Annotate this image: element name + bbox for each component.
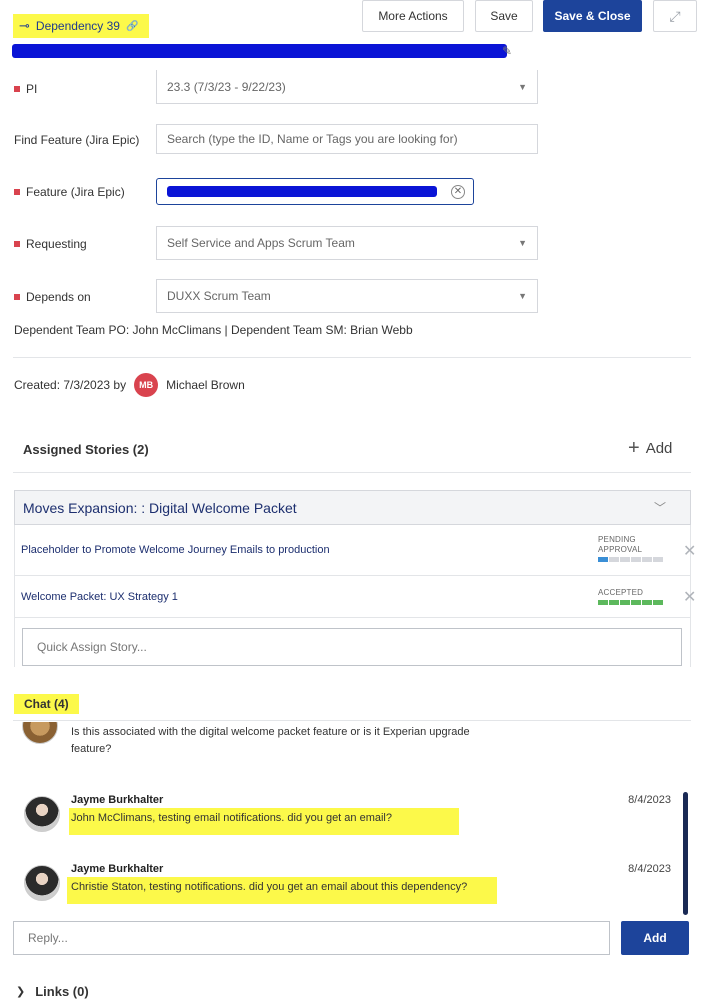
add-story-button[interactable]: + Add	[628, 437, 672, 460]
required-marker	[14, 241, 20, 247]
required-marker	[14, 189, 20, 195]
depends-on-label: Depends on	[14, 289, 91, 305]
chevron-right-icon: ❯	[16, 986, 26, 998]
chat-message-partial: Is this associated with the digital welc…	[22, 722, 682, 762]
feature-label: Feature (Jira Epic)	[14, 184, 125, 200]
epic-title: Moves Expansion: : Digital Welcome Packe…	[23, 499, 297, 516]
story-row[interactable]: Placeholder to Promote Welcome Journey E…	[14, 525, 696, 576]
section-divider	[13, 720, 691, 721]
remove-story-icon[interactable]: ✕	[683, 541, 696, 561]
quick-assign-placeholder: Quick Assign Story...	[37, 640, 147, 654]
links-heading: Links (0)	[35, 984, 89, 999]
save-close-button[interactable]: Save & Close	[543, 0, 642, 32]
depends-on-select[interactable]: DUXX Scrum Team ▼	[156, 279, 538, 313]
add-reply-button[interactable]: Add	[621, 921, 689, 955]
requesting-label: Requesting	[14, 236, 87, 252]
story-title[interactable]: Placeholder to Promote Welcome Journey E…	[21, 544, 330, 556]
pi-label: PI	[14, 81, 37, 97]
created-info: Created: 7/3/2023 by MB Michael Brown	[14, 373, 245, 397]
pi-select[interactable]: 23.3 (7/3/23 - 9/22/23) ▼	[156, 70, 538, 104]
status-badge: PENDING APPROVAL	[598, 535, 663, 562]
story-progress-bar	[598, 600, 663, 605]
clear-feature-icon[interactable]: ✕	[451, 184, 465, 199]
story-title[interactable]: Welcome Packet: UX Strategy 1	[21, 591, 178, 603]
link-icon[interactable]: 🔗	[126, 21, 138, 32]
story-progress-bar	[598, 557, 663, 562]
chat-scrollbar[interactable]	[683, 792, 688, 915]
dropdown-caret-icon: ▼	[518, 81, 527, 92]
chat-heading: Chat (4)	[14, 694, 79, 714]
dropdown-caret-icon: ▼	[518, 238, 527, 248]
section-divider	[13, 357, 691, 358]
requesting-select[interactable]: Self Service and Apps Scrum Team ▼	[156, 226, 538, 260]
redaction-block	[167, 186, 437, 197]
avatar	[24, 865, 60, 901]
depends-on-value: DUXX Scrum Team	[167, 289, 271, 303]
dependent-team-info: Dependent Team PO: John McClimans | Depe…	[14, 323, 413, 337]
links-section-toggle[interactable]: ❯ Links (0)	[16, 984, 89, 999]
required-marker	[14, 86, 20, 92]
section-divider	[13, 472, 691, 473]
message-text: Christie Staton, testing notifications. …	[67, 877, 497, 904]
expand-icon[interactable]: ⤢	[653, 0, 697, 32]
message-text: Is this associated with the digital welc…	[71, 726, 470, 755]
quick-assign-input[interactable]: Quick Assign Story...	[22, 628, 682, 666]
created-text: Created: 7/3/2023 by	[14, 378, 127, 392]
remove-story-icon[interactable]: ✕	[683, 587, 696, 607]
avatar	[24, 796, 60, 832]
story-row[interactable]: Welcome Packet: UX Strategy 1 ACCEPTED ✕	[14, 576, 696, 618]
connector-icon: ⊸	[19, 18, 30, 33]
find-feature-search-input[interactable]: Search (type the ID, Name or Tags you ar…	[156, 124, 538, 154]
find-feature-label: Find Feature (Jira Epic)	[14, 133, 140, 147]
dependency-tag: ⊸ Dependency 39 🔗	[13, 14, 149, 38]
epic-group-header[interactable]: Moves Expansion: : Digital Welcome Packe…	[14, 490, 691, 525]
redaction-block	[152, 50, 362, 58]
save-button[interactable]: Save	[475, 0, 533, 32]
avatar	[22, 722, 58, 744]
message-author[interactable]: Jayme Burkhalter	[71, 863, 163, 875]
avatar: MB	[134, 373, 159, 397]
reply-placeholder: Reply...	[28, 931, 68, 945]
more-actions-button[interactable]: More Actions	[362, 0, 464, 32]
pi-value: 23.3 (7/3/23 - 9/22/23)	[167, 79, 286, 94]
search-placeholder: Search (type the ID, Name or Tags you ar…	[167, 132, 458, 146]
status-badge: ACCEPTED	[598, 588, 663, 605]
message-date: 8/4/2023	[628, 794, 671, 806]
creator-name[interactable]: Michael Brown	[166, 378, 245, 392]
message-author[interactable]: Jayme Burkhalter	[71, 794, 163, 806]
dropdown-caret-icon: ▼	[518, 291, 527, 301]
dependency-title[interactable]	[12, 40, 517, 60]
chat-message: Jayme Burkhalter 8/4/2023 John McClimans…	[22, 792, 677, 844]
requesting-value: Self Service and Apps Scrum Team	[167, 236, 355, 250]
required-marker	[14, 294, 20, 300]
message-date: 8/4/2023	[628, 863, 671, 875]
edit-title-icon[interactable]: ✎	[502, 44, 512, 58]
chevron-down-icon[interactable]: ﹀	[654, 499, 666, 516]
plus-icon: +	[628, 437, 640, 459]
selected-feature-chip[interactable]: ✕	[156, 178, 474, 205]
add-story-label: Add	[645, 440, 673, 457]
reply-input[interactable]: Reply...	[13, 921, 610, 955]
dependency-label: Dependency 39	[35, 19, 120, 33]
chat-message: Jayme Burkhalter 8/4/2023 Christie Stato…	[22, 861, 677, 913]
message-text: John McClimans, testing email notificati…	[69, 808, 459, 835]
assigned-stories-heading: Assigned Stories (2)	[23, 442, 149, 457]
